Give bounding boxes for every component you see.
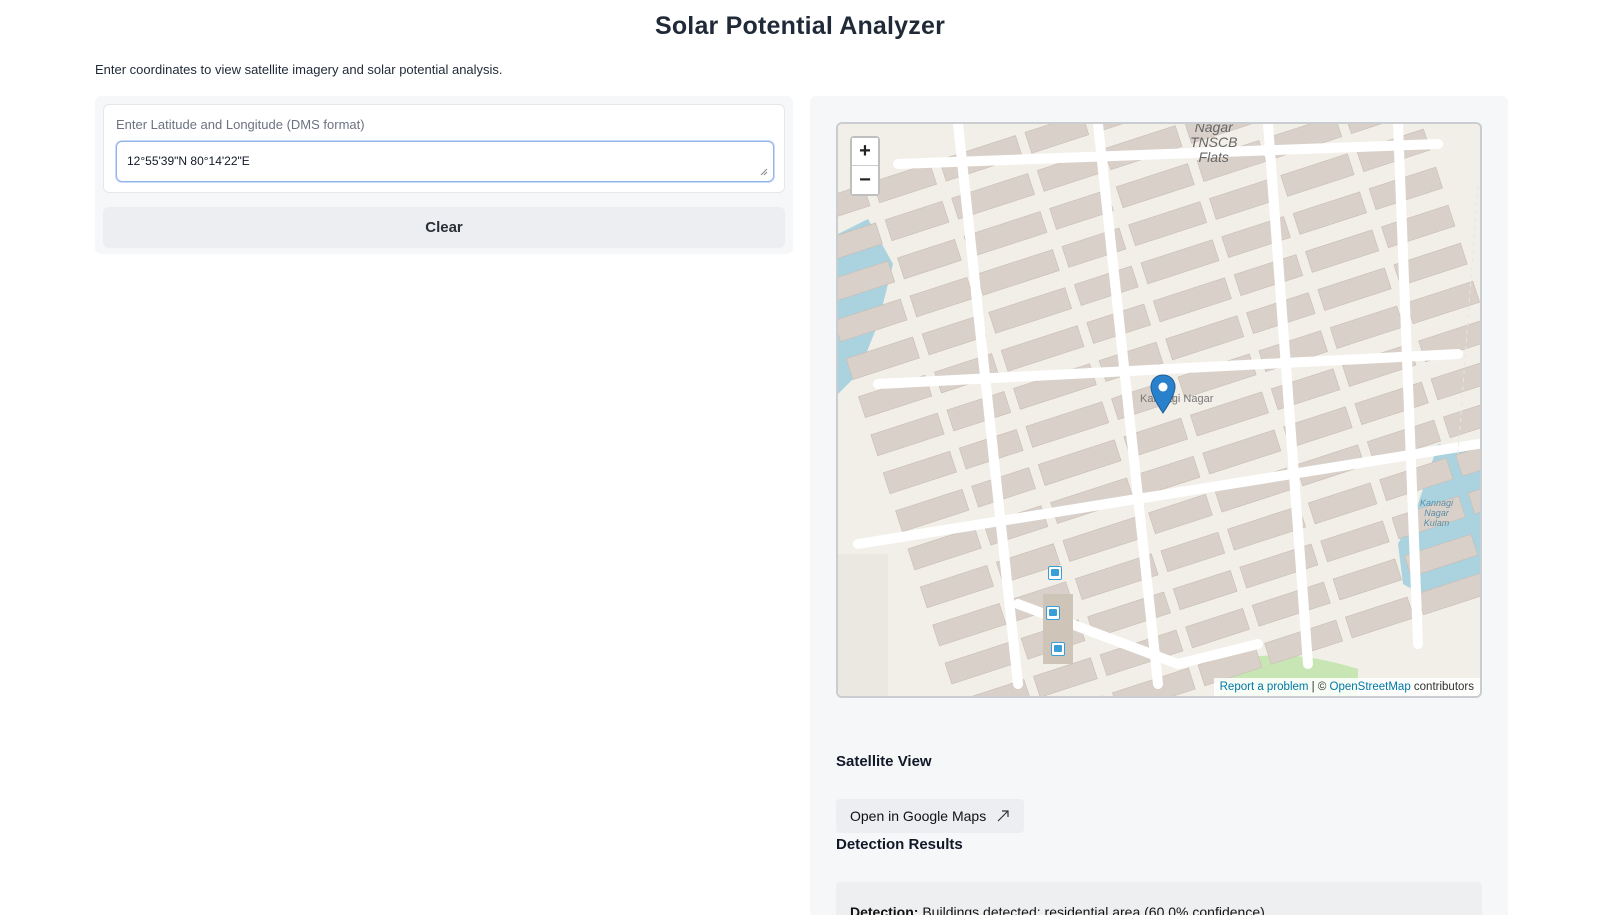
page-subtitle: Enter coordinates to view satellite imag… <box>95 62 503 77</box>
satellite-heading: Satellite View <box>836 753 932 770</box>
detection-text: Buildings detected: residential area (60… <box>918 904 1265 915</box>
coordinate-label: Enter Latitude and Longitude (DMS format… <box>116 117 365 132</box>
zoom-control: + − <box>850 136 880 196</box>
bus-stop-icon[interactable] <box>1051 642 1065 656</box>
map-view[interactable]: Nagar TNSCB Flats Kannagi Nagar Kulam Ka… <box>836 122 1482 698</box>
zoom-in-button[interactable]: + <box>852 138 878 166</box>
coordinate-field-block: Enter Latitude and Longitude (DMS format… <box>103 104 785 193</box>
open-google-maps-button[interactable]: Open in Google Maps <box>836 799 1025 833</box>
report-problem-link[interactable]: Report a problem <box>1220 681 1309 693</box>
page-title: Solar Potential Analyzer <box>654 12 946 40</box>
bus-stop-icon[interactable] <box>1048 566 1062 580</box>
openstreetmap-link[interactable]: OpenStreetMap <box>1330 681 1411 693</box>
coordinate-input[interactable] <box>116 141 774 182</box>
detection-label: Detection: <box>850 904 919 915</box>
external-link-icon <box>997 810 1009 822</box>
results-heading: Detection Results <box>836 836 963 853</box>
lake-label: Kannagi Nagar Kulam <box>1420 498 1454 528</box>
area-label: Nagar TNSCB Flats <box>1190 122 1238 165</box>
attribution-suffix: contributors <box>1410 681 1474 693</box>
open-google-maps-label: Open in Google Maps <box>850 808 987 824</box>
location-marker-icon[interactable] <box>1150 374 1176 414</box>
input-panel: Enter Latitude and Longitude (DMS format… <box>95 96 793 254</box>
zoom-out-button[interactable]: − <box>852 166 878 194</box>
map-attribution: Report a problem | © OpenStreetMap contr… <box>1213 678 1480 696</box>
clear-button[interactable]: Clear <box>103 207 785 248</box>
attribution-separator: | © <box>1308 681 1330 693</box>
output-panel: Nagar TNSCB Flats Kannagi Nagar Kulam Ka… <box>810 96 1508 915</box>
bus-stop-icon[interactable] <box>1046 606 1060 620</box>
detection-results: Detection: Buildings detected: residenti… <box>836 882 1482 915</box>
